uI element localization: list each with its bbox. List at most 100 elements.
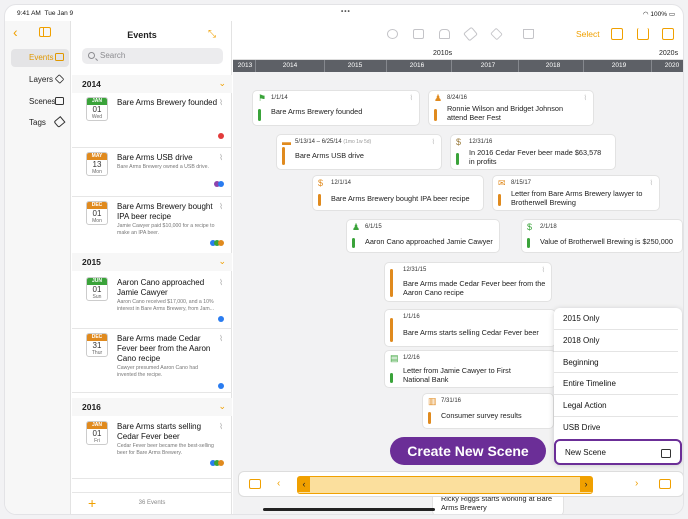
year-header-2015[interactable]: 2015 ⌄ bbox=[72, 253, 232, 271]
new-scene-button[interactable]: New Scene bbox=[554, 439, 682, 465]
dollar-icon: $ bbox=[527, 222, 533, 232]
timeline-event-card[interactable]: ⚑ 1/1/14 Bare Arms Brewery founded ⌇ bbox=[253, 91, 419, 125]
timeline-event-card[interactable]: ♟ 8/24/16 Ronnie Wilson and Bridget John… bbox=[429, 91, 593, 125]
year-tick: 2017 bbox=[480, 62, 496, 69]
scene-option[interactable]: Entire Timeline bbox=[554, 373, 678, 396]
scene-option[interactable]: USB Drive bbox=[554, 417, 678, 439]
paperclip-icon: ⌇ bbox=[219, 153, 223, 162]
event-title: Aaron Cano approached Jamie Cawyer bbox=[117, 278, 205, 297]
card-color-bar bbox=[258, 109, 261, 121]
person-card-icon[interactable] bbox=[611, 28, 623, 40]
card-title: Consumer survey results bbox=[441, 411, 522, 420]
year-tick: 2016 bbox=[409, 62, 425, 69]
scrubber-left-handle[interactable]: ‹ bbox=[298, 477, 310, 492]
paperclip-icon: ⌇ bbox=[219, 202, 223, 211]
timeline-event-card[interactable]: ▬ 5/13/14 – 6/25/14 (1mo 1w 5d) Bare Arm… bbox=[277, 135, 441, 169]
layers-icon bbox=[54, 74, 65, 84]
sidebar-item-scenes[interactable]: Scenes bbox=[11, 93, 69, 111]
list-item[interactable]: DEC 01 Mon Bare Arms Brewery bought IPA be… bbox=[72, 201, 232, 259]
sidebar-nav: ‹ Events Layers Scenes Tags bbox=[5, 21, 71, 514]
card-date: 7/31/16 bbox=[441, 398, 462, 404]
status-right: ◠ 100% ▭ bbox=[642, 11, 675, 18]
year-tick: 2013 bbox=[237, 62, 253, 69]
timeline-event-card[interactable]: ✉ 8/15/17 Letter from Bare Arms Brewery … bbox=[493, 176, 659, 210]
search-input[interactable]: Search bbox=[82, 48, 223, 64]
layers-icon[interactable] bbox=[490, 27, 503, 41]
year-tick: 2015 bbox=[347, 62, 363, 69]
scenes-icon bbox=[55, 97, 64, 105]
timeline-event-card[interactable]: ♟ 6/1/15 Aaron Cano approached Jamie Caw… bbox=[347, 220, 499, 252]
list-item[interactable]: DEC 31 Thur Bare Arms made Cedar Fever bee… bbox=[72, 333, 232, 393]
search-icon bbox=[88, 52, 95, 59]
paperclip-icon: ⌇ bbox=[219, 98, 223, 107]
list-item[interactable]: JAN 01 Wed Bare Arms Brewery founded ⌇ bbox=[72, 97, 232, 148]
year-header-2016[interactable]: 2016 ⌄ bbox=[72, 398, 232, 416]
list-item[interactable]: JAN 01 Fri Bare Arms starts selling Cedar … bbox=[72, 421, 232, 479]
image-icon[interactable] bbox=[413, 29, 424, 39]
card-date: 6/1/15 bbox=[365, 224, 382, 230]
card-title: Bare Arms USB drive bbox=[295, 151, 364, 160]
scenes-toggle-icon[interactable] bbox=[249, 479, 261, 489]
list-item[interactable]: MAY 13 Mon Bare Arms USB drive Bare Arms B… bbox=[72, 152, 232, 197]
timeline-event-card[interactable]: $ 12/31/16 In 2016 Cedar Fever beer made… bbox=[451, 135, 615, 169]
scroll-left-icon[interactable]: ‹ bbox=[277, 478, 280, 489]
trash-icon[interactable] bbox=[523, 29, 534, 39]
eye-icon[interactable] bbox=[387, 29, 398, 39]
card-color-bar bbox=[352, 238, 355, 248]
scroll-right-icon[interactable]: › bbox=[635, 478, 638, 489]
sidebar-item-events[interactable]: Events bbox=[11, 49, 69, 67]
new-scene-icon bbox=[661, 449, 671, 458]
chevron-down-icon: ⌄ bbox=[218, 78, 226, 88]
list-item[interactable]: JUN 01 Sun Aaron Cano approached Jamie Caw… bbox=[72, 277, 232, 329]
calendar-add-icon[interactable] bbox=[659, 479, 671, 489]
timeline-event-card[interactable]: $ 2/1/18 Value of Brotherwell Brewing is… bbox=[522, 220, 682, 252]
card-date: 12/31/16 bbox=[469, 139, 493, 145]
timeline-event-card[interactable]: 12/31/15 Bare Arms made Cedar Fever beer… bbox=[385, 263, 551, 301]
dollar-icon: $ bbox=[318, 178, 324, 188]
paperclip-icon: ⌇ bbox=[219, 422, 223, 431]
paperclip-icon: ⌇ bbox=[541, 267, 545, 274]
event-description: Cedar Fever beer became the best-selling… bbox=[117, 443, 214, 456]
card-date: 12/1/14 bbox=[331, 180, 352, 186]
collapse-arrows-icon[interactable]: ⤡ bbox=[208, 29, 216, 40]
sidebar-item-tags[interactable]: Tags bbox=[11, 114, 69, 132]
timeline-event-card[interactable]: 1/1/16 Bare Arms starts selling Cedar Fe… bbox=[385, 310, 555, 346]
add-icon[interactable] bbox=[662, 28, 674, 40]
card-title: Value of Brotherwell Brewing is $250,000 bbox=[540, 237, 673, 246]
scene-option[interactable]: 2015 Only bbox=[554, 308, 678, 330]
sidebar-toggle-icon[interactable] bbox=[39, 27, 51, 37]
event-description: Bare Arms Brewery owned a USB drive. bbox=[117, 164, 209, 170]
back-chevron-icon[interactable]: ‹ bbox=[13, 25, 18, 39]
list-footer: + 36 Events bbox=[72, 492, 232, 514]
calendar-badge: JAN 01 Fri bbox=[86, 421, 108, 445]
timeline-scrubber[interactable]: ‹ › bbox=[297, 476, 593, 494]
panel-title: Events bbox=[127, 30, 157, 40]
year-header-2014[interactable]: 2014 ⌄ bbox=[72, 75, 232, 93]
brush-icon[interactable] bbox=[439, 29, 450, 39]
chevron-down-icon: ⌄ bbox=[218, 256, 226, 266]
share-icon[interactable] bbox=[637, 28, 649, 40]
select-button[interactable]: Select bbox=[576, 29, 600, 39]
timeline-event-card[interactable]: ▥ 7/31/16 Consumer survey results bbox=[423, 394, 553, 428]
multitask-dots[interactable]: ••• bbox=[341, 8, 351, 15]
sidebar-item-label: Layers bbox=[29, 75, 54, 84]
tag-dots bbox=[218, 315, 224, 322]
scrubber-right-handle[interactable]: › bbox=[580, 477, 592, 492]
year-tick: 2014 bbox=[282, 62, 298, 69]
timeline-event-card[interactable]: ▤ 1/2/16 Letter from Jamie Cawyer to Fir… bbox=[385, 351, 555, 387]
events-list-panel: Events ⤡ Search 2014 ⌄ JAN 01 Wed Bare Arms… bbox=[72, 21, 232, 514]
sidebar-item-layers[interactable]: Layers bbox=[11, 71, 69, 89]
paperclip-icon: ⌇ bbox=[219, 278, 223, 287]
scene-option[interactable]: Beginning bbox=[554, 352, 678, 374]
timeline-toolbar: Select bbox=[233, 21, 683, 47]
year-ruler: 2013 2014 2015 2016 2017 2018 2019 2020 bbox=[233, 60, 683, 72]
scene-option[interactable]: 2018 Only bbox=[554, 330, 678, 352]
wifi-icon: ◠ bbox=[642, 11, 649, 18]
year-tick: 2019 bbox=[611, 62, 627, 69]
tag-icon[interactable] bbox=[463, 26, 478, 42]
scene-option[interactable]: Legal Action bbox=[554, 395, 678, 417]
year-tick: 2020 bbox=[664, 62, 680, 69]
card-date: 12/31/15 bbox=[403, 267, 427, 273]
timeline-event-card[interactable]: $ 12/1/14 Bare Arms Brewery bought IPA b… bbox=[313, 176, 483, 210]
card-title: Letter from Jamie Cawyer to First Nationa… bbox=[403, 366, 511, 384]
